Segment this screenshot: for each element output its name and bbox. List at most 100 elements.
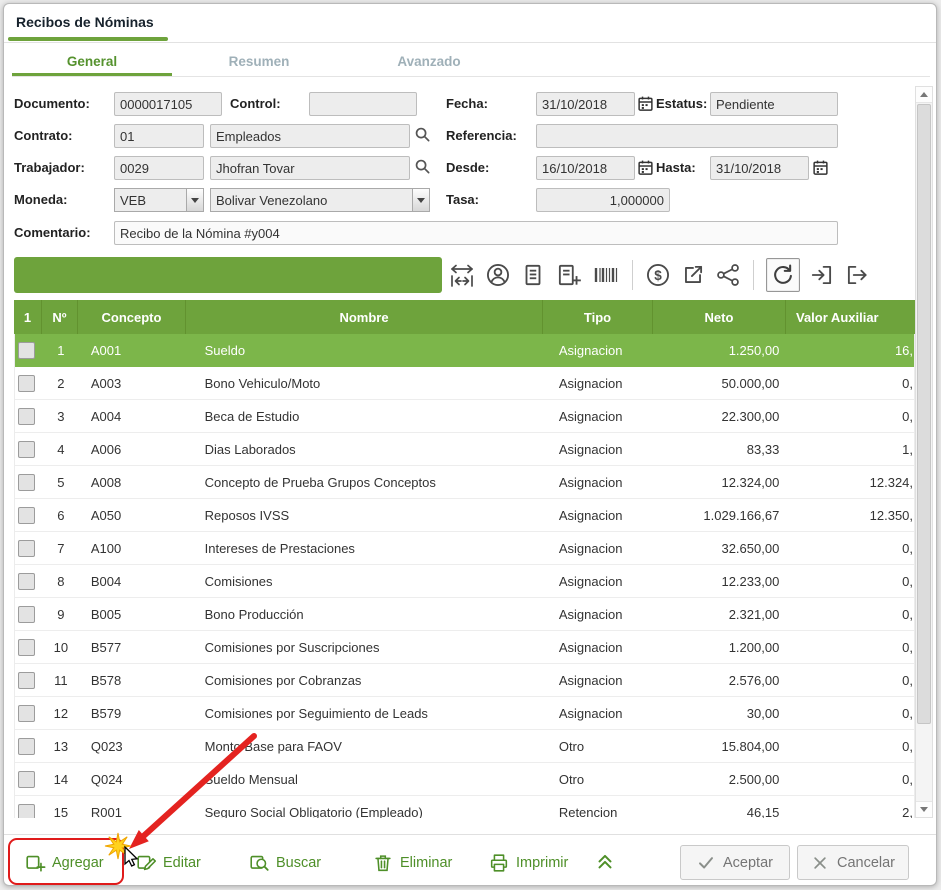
row-number: 8	[43, 565, 79, 597]
fecha-input[interactable]	[536, 92, 635, 116]
row-select-cell	[15, 532, 43, 564]
row-checkbox[interactable]	[18, 804, 35, 819]
external-link-icon[interactable]	[680, 262, 706, 288]
share-icon[interactable]	[715, 262, 741, 288]
table-row[interactable]: 8 B004 Comisiones Asignacion 12.233,00 0…	[15, 565, 914, 598]
person-icon[interactable]	[485, 262, 511, 288]
trabajador-search-icon[interactable]	[414, 158, 431, 175]
row-checkbox[interactable]	[18, 507, 35, 524]
moneda-code-select[interactable]: VEB	[114, 188, 204, 212]
estatus-input[interactable]	[710, 92, 838, 116]
table-row[interactable]: 7 A100 Intereses de Prestaciones Asignac…	[15, 532, 914, 565]
table-row[interactable]: 9 B005 Bono Producción Asignacion 2.321,…	[15, 598, 914, 631]
row-checkbox[interactable]	[18, 441, 35, 458]
dollar-icon[interactable]: $	[645, 262, 671, 288]
row-number: 11	[43, 664, 79, 696]
table-row[interactable]: 4 A006 Dias Laborados Asignacion 83,33 1…	[15, 433, 914, 466]
documento-input[interactable]	[114, 92, 222, 116]
scrollbar-down-arrow-icon[interactable]	[916, 801, 932, 817]
row-checkbox[interactable]	[18, 573, 35, 590]
scrollbar-thumb[interactable]	[917, 104, 931, 724]
table-row[interactable]: 10 B577 Comisiones por Suscripciones Asi…	[15, 631, 914, 664]
hasta-input[interactable]	[710, 156, 809, 180]
column-header-concepto[interactable]: Concepto	[78, 300, 186, 334]
document-add-icon[interactable]	[555, 262, 583, 288]
check-icon	[697, 854, 715, 872]
sign-in-icon[interactable]	[809, 262, 835, 288]
resize-columns-icon[interactable]	[448, 262, 476, 288]
editar-button[interactable]: Editar	[135, 846, 201, 880]
fecha-calendar-icon[interactable]	[637, 95, 654, 112]
agregar-button[interactable]: Agregar	[24, 846, 104, 880]
row-valor-auxiliar: 0,	[785, 598, 914, 630]
table-row[interactable]: 13 Q023 Monto Base para FAOV Otro 15.804…	[15, 730, 914, 763]
row-checkbox[interactable]	[18, 672, 35, 689]
row-concepto: A006	[79, 433, 187, 465]
eliminar-button[interactable]: Eliminar	[372, 846, 452, 880]
table-row[interactable]: 12 B579 Comisiones por Seguimiento de Le…	[15, 697, 914, 730]
row-neto: 46,15	[653, 796, 786, 818]
table-row[interactable]: 5 A008 Concepto de Prueba Grupos Concept…	[15, 466, 914, 499]
printer-icon	[488, 852, 510, 874]
table-row[interactable]: 2 A003 Bono Vehiculo/Moto Asignacion 50.…	[15, 367, 914, 400]
row-checkbox[interactable]	[18, 408, 35, 425]
row-neto: 30,00	[653, 697, 786, 729]
tasa-input[interactable]	[536, 188, 670, 212]
row-select-cell	[15, 466, 43, 498]
row-checkbox[interactable]	[18, 342, 35, 359]
table-row[interactable]: 14 Q024 Sueldo Mensual Otro 2.500,00 0,	[15, 763, 914, 796]
barcode-icon[interactable]	[592, 262, 620, 288]
row-checkbox[interactable]	[18, 375, 35, 392]
column-header-nombre[interactable]: Nombre	[186, 300, 543, 334]
table-row[interactable]: 11 B578 Comisiones por Cobranzas Asignac…	[15, 664, 914, 697]
table-row[interactable]: 6 A050 Reposos IVSS Asignacion 1.029.166…	[15, 499, 914, 532]
column-header-tipo[interactable]: Tipo	[543, 300, 653, 334]
desde-input[interactable]	[536, 156, 635, 180]
row-checkbox[interactable]	[18, 540, 35, 557]
document-icon[interactable]	[520, 262, 546, 288]
tab-avanzado[interactable]: Avanzado	[354, 50, 504, 76]
moneda-name-select[interactable]: Bolivar Venezolano	[210, 188, 430, 212]
desde-calendar-icon[interactable]	[637, 159, 654, 176]
comentario-input[interactable]	[114, 221, 838, 245]
row-neto: 32.650,00	[653, 532, 786, 564]
column-header-neto[interactable]: Neto	[653, 300, 786, 334]
row-checkbox[interactable]	[18, 606, 35, 623]
moneda-label: Moneda:	[14, 192, 67, 207]
moneda-code-dropdown-icon[interactable]	[186, 189, 203, 211]
sign-out-icon[interactable]	[844, 262, 870, 288]
contrato-name-input[interactable]	[210, 124, 410, 148]
row-checkbox[interactable]	[18, 474, 35, 491]
table-row[interactable]: 1 A001 Sueldo Asignacion 1.250,00 16,	[15, 334, 914, 367]
row-tipo: Retencion	[543, 796, 653, 818]
row-checkbox[interactable]	[18, 771, 35, 788]
trabajador-code-input[interactable]	[114, 156, 204, 180]
column-header-select[interactable]: 1	[14, 300, 42, 334]
row-valor-auxiliar: 0,	[785, 631, 914, 663]
column-header-num[interactable]: Nº	[42, 300, 78, 334]
moneda-name-dropdown-icon[interactable]	[412, 189, 429, 211]
vertical-scrollbar[interactable]	[915, 86, 933, 818]
cancelar-button[interactable]: Cancelar	[797, 845, 909, 880]
tab-resumen[interactable]: Resumen	[184, 50, 334, 76]
scrollbar-up-arrow-icon[interactable]	[916, 87, 932, 103]
collapse-chevrons-icon[interactable]	[594, 850, 616, 872]
referencia-input[interactable]	[536, 124, 838, 148]
row-checkbox[interactable]	[18, 639, 35, 656]
hasta-calendar-icon[interactable]	[812, 159, 829, 176]
tab-general[interactable]: General	[12, 50, 172, 76]
column-header-valor-auxiliar[interactable]: Valor Auxiliar	[786, 300, 915, 334]
trabajador-name-input[interactable]	[210, 156, 410, 180]
control-input[interactable]	[309, 92, 417, 116]
row-checkbox[interactable]	[18, 705, 35, 722]
table-row[interactable]: 15 R001 Seguro Social Obligatorio (Emple…	[15, 796, 914, 818]
refresh-icon[interactable]	[766, 258, 800, 292]
aceptar-button[interactable]: Aceptar	[680, 845, 790, 880]
buscar-button[interactable]: Buscar	[248, 846, 321, 880]
table-row[interactable]: 3 A004 Beca de Estudio Asignacion 22.300…	[15, 400, 914, 433]
toolbar-separator	[753, 260, 754, 290]
row-checkbox[interactable]	[18, 738, 35, 755]
contrato-code-input[interactable]	[114, 124, 204, 148]
imprimir-button[interactable]: Imprimir	[488, 846, 568, 880]
contrato-search-icon[interactable]	[414, 126, 431, 143]
